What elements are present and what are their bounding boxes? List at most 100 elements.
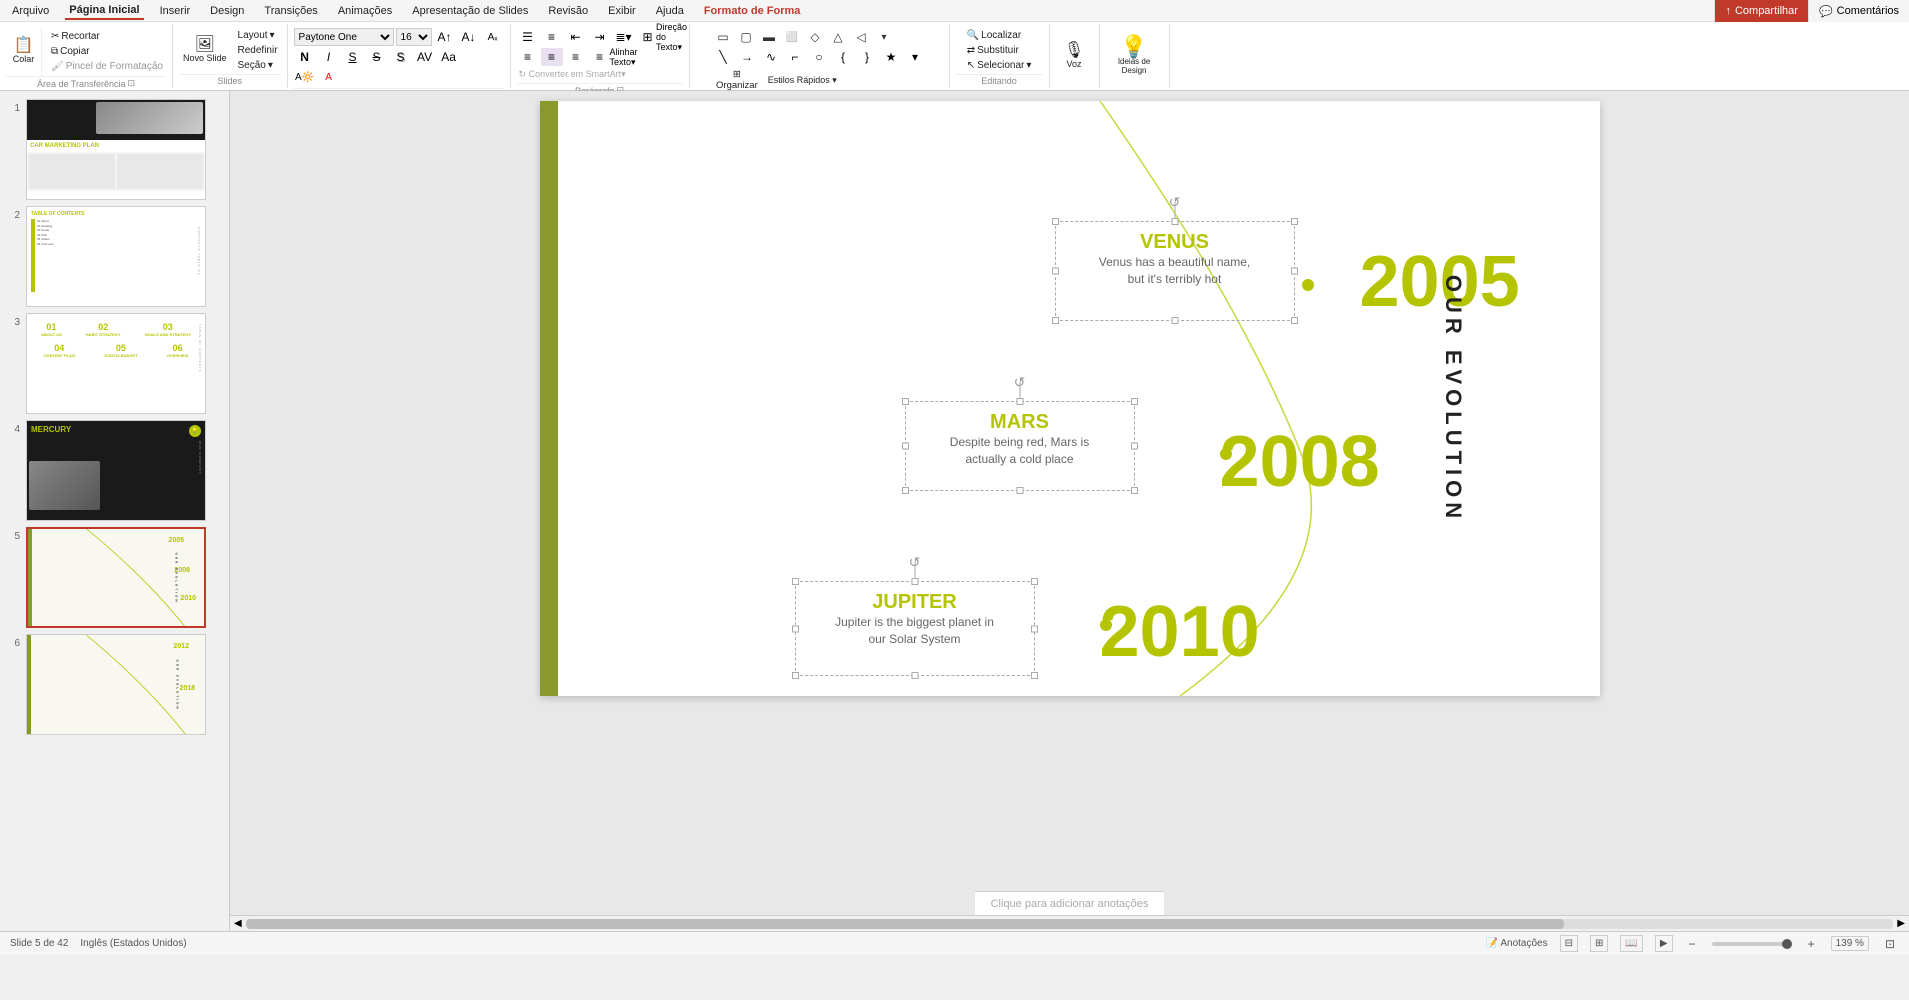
shape-rect2-icon[interactable]: ▬ <box>758 28 780 46</box>
elbow-icon[interactable]: ⌐ <box>784 48 806 66</box>
share-button[interactable]: ↑ Compartilhar <box>1714 0 1807 22</box>
reading-view-button[interactable]: 📖 <box>1620 935 1642 952</box>
menu-arquivo[interactable]: Arquivo <box>8 3 53 19</box>
substituir-button[interactable]: ⇄Substituir <box>964 44 1035 57</box>
list-style-button[interactable]: ≣▾ <box>613 28 635 46</box>
shape-diamond-icon[interactable]: ◇ <box>804 28 826 46</box>
bullet-list-button[interactable]: ☰ <box>517 28 539 46</box>
menu-revisao[interactable]: Revisão <box>544 3 592 19</box>
font-size-select[interactable]: 16 <box>396 28 432 46</box>
shape-rtri-icon[interactable]: ◁ <box>850 28 872 46</box>
format-painter-button[interactable]: 🖌Pincel de Formatação <box>48 60 166 73</box>
justify-button[interactable]: ≡ <box>589 48 611 66</box>
redefinir-button[interactable]: Redefinir <box>235 44 281 57</box>
menu-exibir[interactable]: Exibir <box>604 3 640 19</box>
menu-apresentacao[interactable]: Apresentação de Slides <box>408 3 532 19</box>
localizar-button[interactable]: 🔍Localizar <box>964 29 1035 42</box>
fit-window-button[interactable]: ⊡ <box>1881 937 1899 951</box>
star-icon[interactable]: ★ <box>880 48 902 66</box>
convert-smartart-button[interactable]: ↻ Converter em SmartArt▾ <box>517 68 628 81</box>
clipboard-expand-icon[interactable]: ⊡ <box>128 78 136 89</box>
selecionar-button[interactable]: ↖Selecionar▾ <box>964 59 1035 72</box>
jupiter-node[interactable]: ↺ JUPITER Jupiter is the biggest planet … <box>810 591 1020 648</box>
cut-button[interactable]: ✂Recortar <box>48 30 166 43</box>
scrollbar-track[interactable] <box>246 919 1894 929</box>
layout-button[interactable]: Layout▾ <box>235 29 281 42</box>
slide-thumb-6[interactable]: 6 2012 2018 OUR EVOLUTION <box>4 634 225 735</box>
paste-button[interactable]: 📋 Colar <box>6 26 42 76</box>
align-center-button[interactable]: ≡ <box>541 48 563 66</box>
increase-font-button[interactable]: A↑ <box>434 28 456 46</box>
zoom-level[interactable]: 139 % <box>1831 936 1869 951</box>
secao-button[interactable]: Seção▾ <box>235 59 281 72</box>
ideas-design-button[interactable]: 💡 Ideias deDesign <box>1114 34 1154 78</box>
zoom-in-button[interactable]: + <box>1804 937 1819 951</box>
change-case-button[interactable]: Aa <box>438 48 460 66</box>
slide-image-1[interactable]: CAR MARKETING PLAN <box>26 99 206 200</box>
voz-button[interactable]: 🎙 Voz <box>1060 38 1088 74</box>
menu-pagina-inicial[interactable]: Página Inicial <box>65 2 143 20</box>
menu-ajuda[interactable]: Ajuda <box>652 3 688 19</box>
slide-thumb-2[interactable]: 2 TABLE OF CONTENTS 01 About02 Strategy0… <box>4 206 225 307</box>
copy-button[interactable]: ⧉Copiar <box>48 45 166 58</box>
curve-icon[interactable]: ∿ <box>760 48 782 66</box>
zoom-slider[interactable] <box>1712 942 1792 946</box>
scrollbar-thumb[interactable] <box>246 919 1564 929</box>
slide-thumb-5[interactable]: 5 2005 2008 2010 OUR EVOLUTION <box>4 527 225 628</box>
slide-thumb-4[interactable]: 4 MERCURY 💡 OUR COMPANY <box>4 420 225 521</box>
bold-button[interactable]: N <box>294 48 316 66</box>
decrease-indent-button[interactable]: ⇤ <box>565 28 587 46</box>
shape-more-icon[interactable]: ▾ <box>873 28 895 46</box>
decrease-font-button[interactable]: A↓ <box>458 28 480 46</box>
arrow-icon[interactable]: → <box>736 48 758 66</box>
notes-view-button[interactable]: 📝Anotações <box>1486 938 1548 949</box>
normal-view-button[interactable]: ⊟ <box>1560 935 1578 952</box>
shape-rounded2-icon[interactable]: ⬜ <box>781 28 803 46</box>
text-direction-button[interactable]: Direção do Texto▾ <box>661 28 683 46</box>
menu-formato-forma[interactable]: Formato de Forma <box>700 3 805 19</box>
underline-button[interactable]: S <box>342 48 364 66</box>
slideshow-button[interactable]: ▶ <box>1655 935 1673 952</box>
shape-tri-icon[interactable]: △ <box>827 28 849 46</box>
mars-node[interactable]: ↺ MARS Despite being red, Mars is actual… <box>920 411 1120 468</box>
align-text-button[interactable]: Alinhar Texto▾ <box>613 48 635 66</box>
highlight-button[interactable]: A🔆 <box>294 68 316 86</box>
estilos-rapidos-button[interactable]: Estilos Rápidos ▾ <box>764 74 841 87</box>
menu-design[interactable]: Design <box>206 3 248 19</box>
slide-image-4[interactable]: MERCURY 💡 OUR COMPANY <box>26 420 206 521</box>
align-right-button[interactable]: ≡ <box>565 48 587 66</box>
slide-image-5[interactable]: 2005 2008 2010 OUR EVOLUTION <box>26 527 206 628</box>
zoom-out-button[interactable]: − <box>1685 937 1700 951</box>
shadow-button[interactable]: S <box>390 48 412 66</box>
italic-button[interactable]: I <box>318 48 340 66</box>
menu-transicoes[interactable]: Transições <box>260 3 321 19</box>
menu-inserir[interactable]: Inserir <box>156 3 195 19</box>
notes-placeholder[interactable]: Clique para adicionar anotações <box>991 898 1149 910</box>
slide-sorter-button[interactable]: ⊞ <box>1590 935 1608 952</box>
scroll-right-button[interactable]: ▶ <box>1897 918 1905 929</box>
slide-image-6[interactable]: 2012 2018 OUR EVOLUTION <box>26 634 206 735</box>
font-name-select[interactable]: Paytone One <box>294 28 394 46</box>
increase-indent-button[interactable]: ⇥ <box>589 28 611 46</box>
numbered-list-button[interactable]: ≡ <box>541 28 563 46</box>
line-icon[interactable]: ╲ <box>712 48 734 66</box>
clear-format-button[interactable]: Aₓ <box>482 28 504 46</box>
slide-image-3[interactable]: 01ABOUT US 02HABIT STRATEGY 03GOALS AND … <box>26 313 206 414</box>
comments-button[interactable]: 💬 Comentários <box>1808 0 1909 22</box>
shapes-dropdown-icon[interactable]: ▾ <box>904 48 926 66</box>
bracket-icon[interactable]: { <box>832 48 854 66</box>
align-left-button[interactable]: ≡ <box>517 48 539 66</box>
scroll-left-button[interactable]: ◀ <box>234 918 242 929</box>
menu-animacoes[interactable]: Animações <box>334 3 396 19</box>
slide-image-2[interactable]: TABLE OF CONTENTS 01 About02 Strategy03 … <box>26 206 206 307</box>
strikethrough-button[interactable]: S <box>366 48 388 66</box>
slide-thumb-1[interactable]: 1 CAR MARKETING PLAN <box>4 99 225 200</box>
organizar-button[interactable]: ⊞Organizar <box>712 68 762 92</box>
circle-icon[interactable]: ○ <box>808 48 830 66</box>
venus-node[interactable]: ↺ VENUS Venus has a beautiful name, but … <box>1070 231 1280 288</box>
shape-rect-icon[interactable]: ▭ <box>712 28 734 46</box>
bracket2-icon[interactable]: } <box>856 48 878 66</box>
new-slide-button[interactable]: 🖼 Novo Slide <box>179 32 231 68</box>
font-color-button[interactable]: A <box>318 68 340 86</box>
shape-rounded-rect-icon[interactable]: ▢ <box>735 28 757 46</box>
